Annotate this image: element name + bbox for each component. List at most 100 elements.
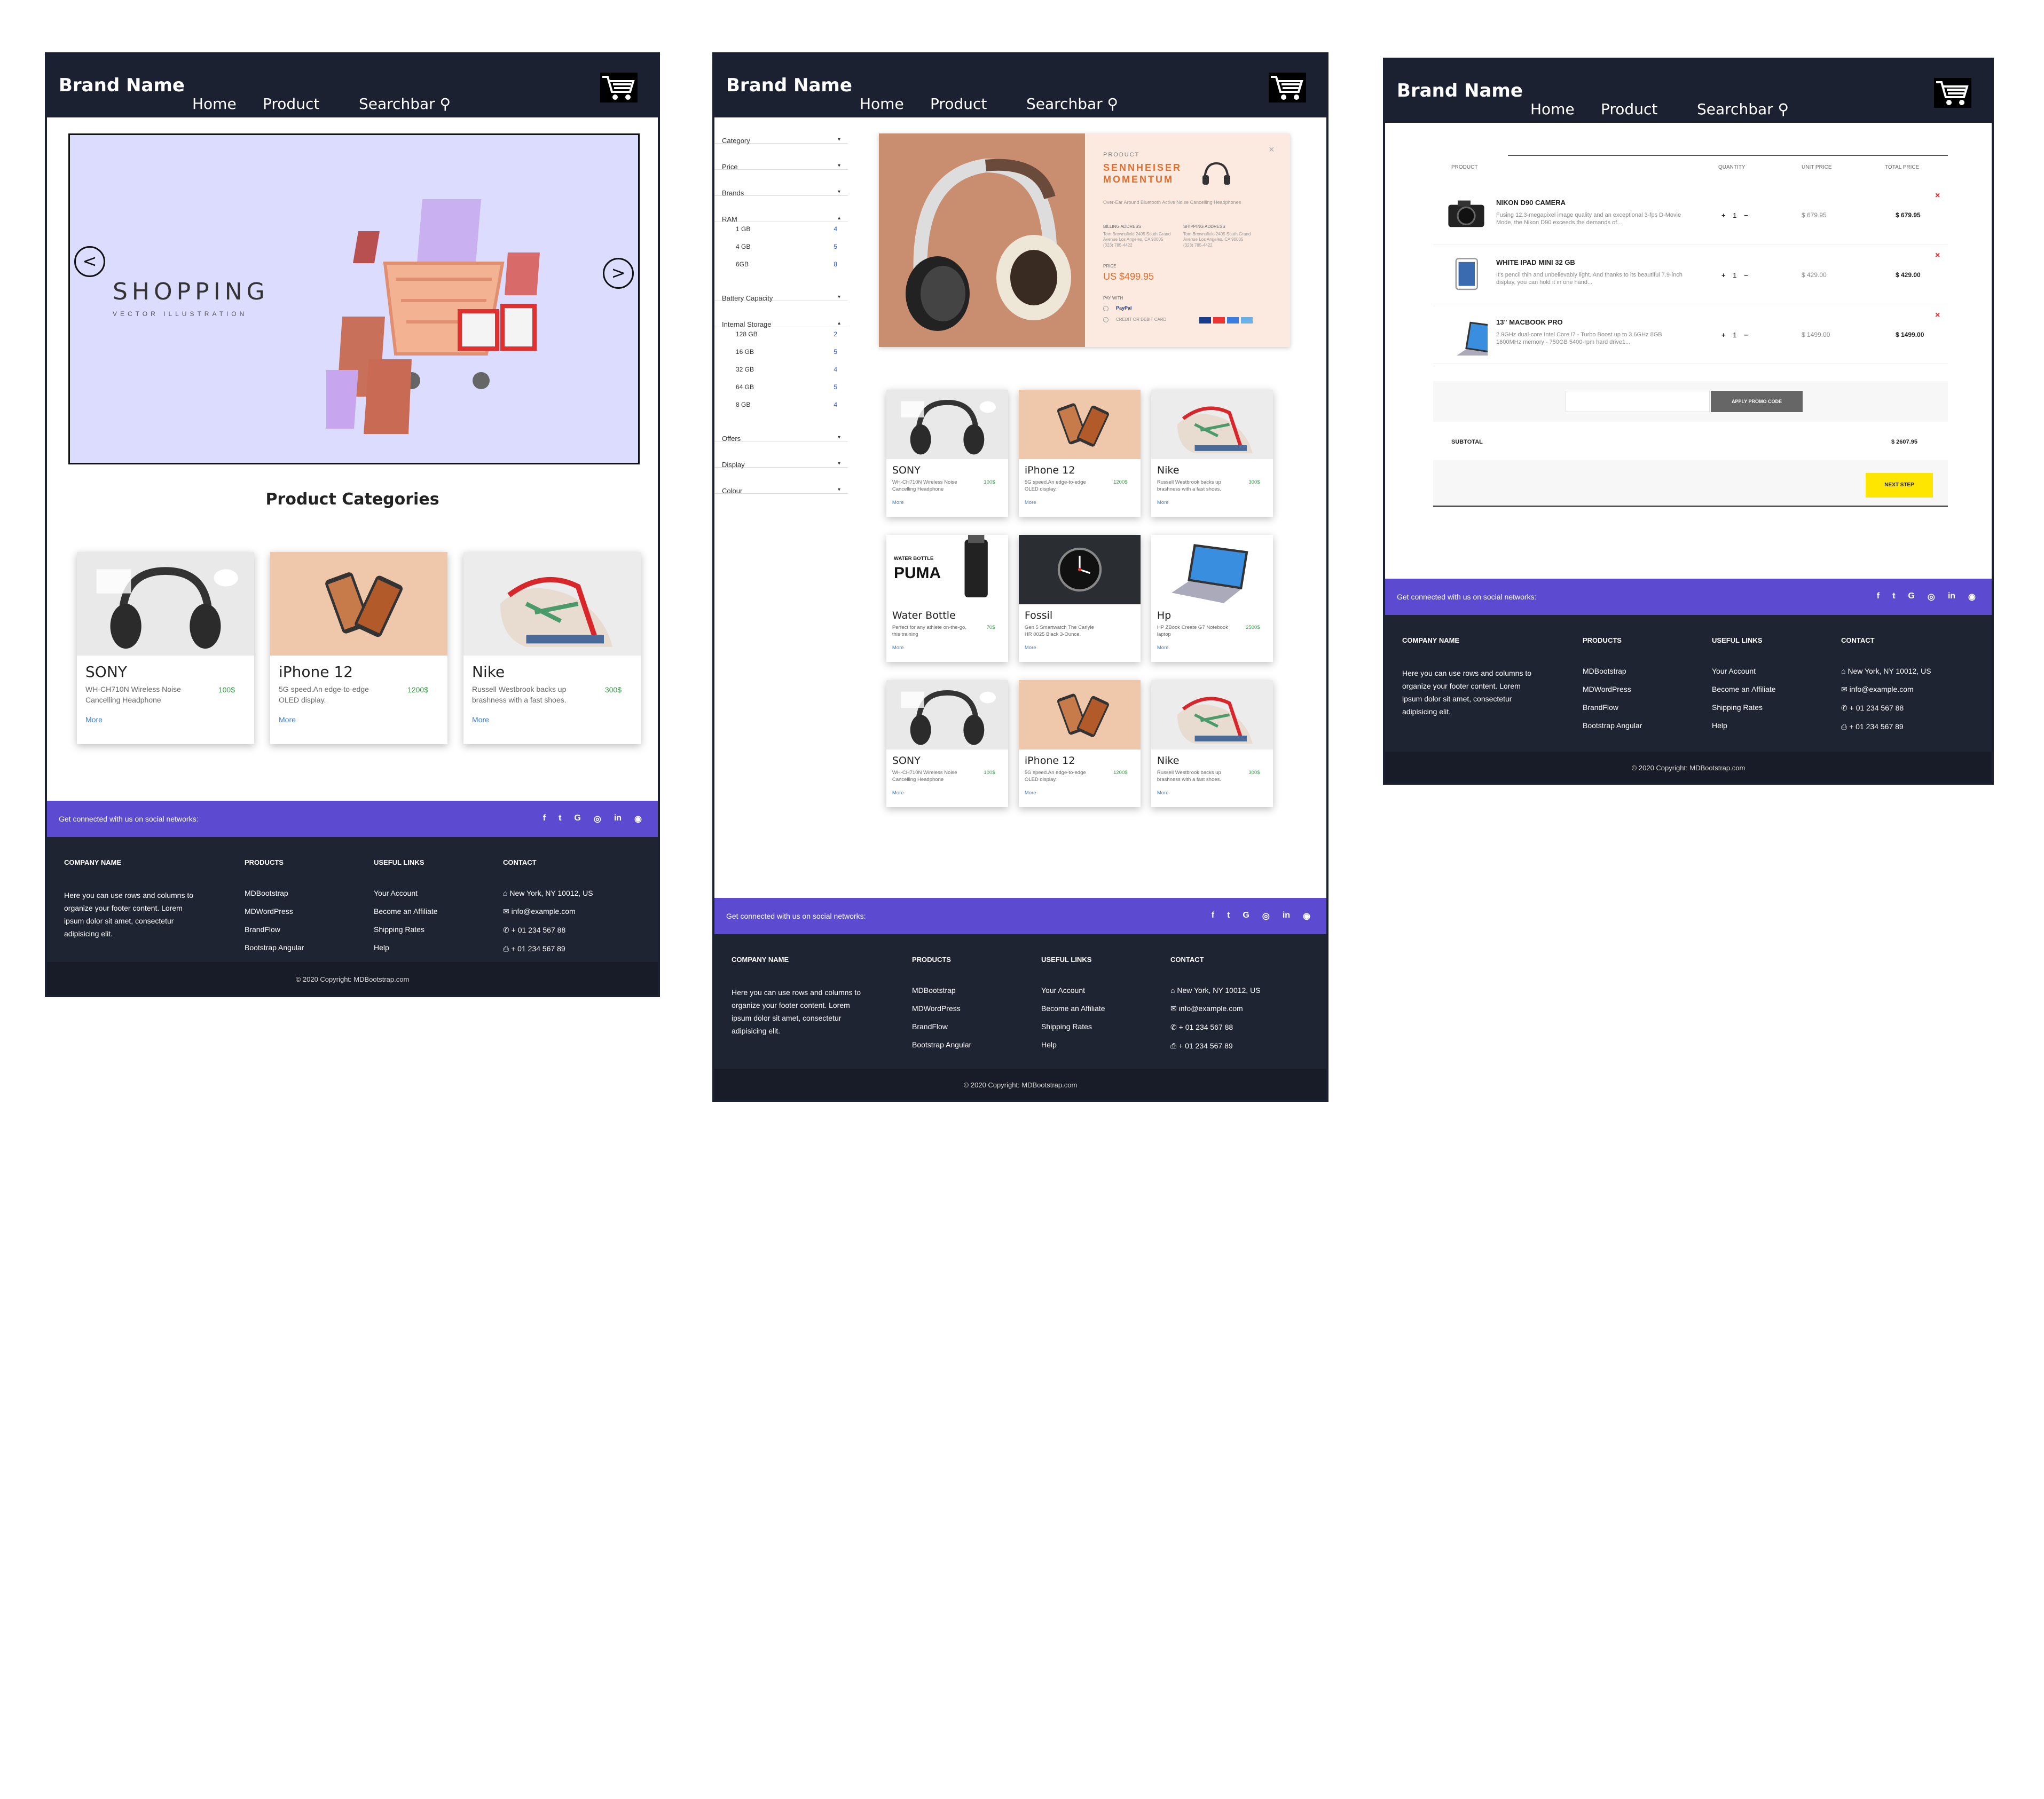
minus-button[interactable]: − bbox=[1744, 211, 1748, 219]
cart-icon[interactable] bbox=[1934, 78, 1971, 108]
product-card[interactable]: SONY WH-CH710N Wireless Noise Cancelling… bbox=[77, 552, 254, 744]
social-icon[interactable]: f bbox=[1877, 591, 1880, 602]
nav-home[interactable]: Home bbox=[860, 95, 904, 113]
nav-product[interactable]: Product bbox=[263, 95, 319, 113]
product-card[interactable]: Nike Russell Westbrook backs up brashnes… bbox=[1151, 390, 1273, 517]
filter-option[interactable]: 8 GB 4 bbox=[714, 398, 848, 415]
footer-link[interactable]: Bootstrap Angular bbox=[245, 943, 304, 952]
filter-option[interactable]: 16 GB 5 bbox=[714, 345, 848, 362]
modal-close-button[interactable]: × bbox=[1269, 144, 1275, 155]
more-link[interactable]: More bbox=[892, 645, 904, 651]
cart-icon[interactable] bbox=[1269, 73, 1306, 102]
filter-price[interactable]: Price ▾ bbox=[714, 144, 848, 171]
filter-brands[interactable]: Brands ▾ bbox=[714, 170, 848, 197]
promo-code-input[interactable] bbox=[1566, 391, 1710, 412]
product-card[interactable]: Hp HP ZBook Create G7 Notebook laptop 25… bbox=[1151, 535, 1273, 662]
nav-product[interactable]: Product bbox=[930, 95, 987, 113]
more-link[interactable]: More bbox=[472, 715, 489, 724]
apply-promo-button[interactable]: APPLY PROMO CODE bbox=[1711, 391, 1803, 412]
nav-home[interactable]: Home bbox=[192, 95, 237, 113]
brand-logo[interactable]: Brand Name bbox=[59, 75, 185, 96]
plus-button[interactable]: + bbox=[1721, 331, 1726, 339]
footer-link[interactable]: MDBootstrap bbox=[245, 889, 304, 897]
social-icon[interactable]: G bbox=[1908, 591, 1914, 602]
remove-button[interactable]: × bbox=[1935, 311, 1940, 320]
brand-logo[interactable]: Brand Name bbox=[726, 75, 852, 96]
more-link[interactable]: More bbox=[1025, 790, 1036, 796]
social-icon[interactable]: ◎ bbox=[1928, 591, 1935, 602]
plus-button[interactable]: + bbox=[1721, 271, 1726, 279]
footer-link[interactable]: BrandFlow bbox=[245, 925, 304, 934]
social-icon[interactable]: t bbox=[1892, 591, 1895, 602]
filter-option[interactable]: 4 GB 5 bbox=[714, 240, 848, 257]
more-link[interactable]: More bbox=[279, 715, 296, 724]
footer-link[interactable]: Become an Affiliate bbox=[1041, 1004, 1105, 1013]
cart-icon[interactable] bbox=[600, 73, 638, 102]
product-card[interactable]: SONY WH-CH710N Wireless Noise Cancelling… bbox=[886, 390, 1008, 517]
more-link[interactable]: More bbox=[85, 715, 103, 724]
remove-button[interactable]: × bbox=[1935, 191, 1940, 201]
footer-link[interactable]: MDWordPress bbox=[912, 1004, 971, 1013]
product-card[interactable]: iPhone 12 5G speed.An edge-to-edge OLED … bbox=[1019, 390, 1141, 517]
footer-link[interactable]: Shipping Rates bbox=[374, 925, 438, 934]
footer-link[interactable]: BrandFlow bbox=[912, 1022, 971, 1031]
more-link[interactable]: More bbox=[1157, 645, 1169, 651]
filter-colour[interactable]: Colour ▾ bbox=[714, 468, 848, 495]
product-card[interactable]: SONY WH-CH710N Wireless Noise Cancelling… bbox=[886, 680, 1008, 807]
footer-link[interactable]: MDBootstrap bbox=[1583, 667, 1642, 675]
product-card[interactable]: iPhone 12 5G speed.An edge-to-edge OLED … bbox=[1019, 680, 1141, 807]
card-radio[interactable]: CREDIT OR DEBIT CARD bbox=[1103, 317, 1166, 322]
footer-link[interactable]: Your Account bbox=[1712, 667, 1776, 675]
more-link[interactable]: More bbox=[1025, 645, 1036, 651]
social-icon[interactable]: ◉ bbox=[1303, 911, 1310, 921]
social-icon[interactable]: f bbox=[1212, 911, 1214, 921]
footer-link[interactable]: Help bbox=[374, 943, 438, 952]
footer-link[interactable]: Shipping Rates bbox=[1041, 1022, 1105, 1031]
social-icon[interactable]: ◎ bbox=[594, 814, 601, 824]
filter-option[interactable]: 128 GB 2 bbox=[714, 327, 848, 345]
filter-option[interactable]: 32 GB 4 bbox=[714, 362, 848, 380]
carousel-next-button[interactable]: > bbox=[603, 258, 634, 289]
footer-link[interactable]: Bootstrap Angular bbox=[1583, 721, 1642, 730]
footer-link[interactable]: Shipping Rates bbox=[1712, 703, 1776, 712]
more-link[interactable]: More bbox=[1157, 500, 1169, 506]
footer-link[interactable]: Become an Affiliate bbox=[1712, 685, 1776, 693]
filter-category[interactable]: Category ▾ bbox=[714, 117, 848, 145]
social-icon[interactable]: G bbox=[574, 814, 580, 824]
filter-option[interactable]: 64 GB 5 bbox=[714, 380, 848, 398]
product-card[interactable]: WATER BOTTLE PUMA Water Bottle Perfect f… bbox=[886, 535, 1008, 662]
footer-link[interactable]: BrandFlow bbox=[1583, 703, 1642, 712]
footer-link[interactable]: Become an Affiliate bbox=[374, 907, 438, 916]
social-icon[interactable]: ◉ bbox=[1968, 591, 1976, 602]
more-link[interactable]: More bbox=[1025, 500, 1036, 506]
footer-link[interactable]: MDWordPress bbox=[1583, 685, 1642, 693]
product-card[interactable]: Nike Russell Westbrook backs up brashnes… bbox=[463, 552, 641, 744]
footer-link[interactable]: MDBootstrap bbox=[912, 986, 971, 995]
footer-link[interactable]: Your Account bbox=[374, 889, 438, 897]
social-icon[interactable]: in bbox=[614, 814, 622, 824]
filter-option[interactable]: 6GB 8 bbox=[714, 257, 848, 275]
footer-link[interactable]: Bootstrap Angular bbox=[912, 1040, 971, 1049]
social-icon[interactable]: t bbox=[559, 814, 561, 824]
plus-button[interactable]: + bbox=[1721, 211, 1726, 219]
social-icon[interactable]: f bbox=[543, 814, 546, 824]
nav-searchbar[interactable]: Searchbar ⚲ bbox=[1026, 95, 1118, 113]
product-card[interactable]: iPhone 12 5G speed.An edge-to-edge OLED … bbox=[270, 552, 447, 744]
nav-searchbar[interactable]: Searchbar ⚲ bbox=[359, 95, 451, 113]
product-card[interactable]: Fossil Gen 5 Smartwatch The Carlyle HR 0… bbox=[1019, 535, 1141, 662]
social-icon[interactable]: t bbox=[1227, 911, 1230, 921]
footer-link[interactable]: MDWordPress bbox=[245, 907, 304, 916]
next-step-button[interactable]: NEXT STEP bbox=[1866, 473, 1933, 498]
filter-battery-capacity[interactable]: Battery Capacity ▾ bbox=[714, 275, 848, 302]
more-link[interactable]: More bbox=[892, 500, 904, 506]
filter-offers[interactable]: Offers ▾ bbox=[714, 415, 848, 443]
social-icon[interactable]: in bbox=[1283, 911, 1290, 921]
remove-button[interactable]: × bbox=[1935, 251, 1940, 261]
filter-display[interactable]: Display ▾ bbox=[714, 441, 848, 469]
filter-option[interactable]: 1 GB 4 bbox=[714, 222, 848, 240]
minus-button[interactable]: − bbox=[1744, 271, 1748, 279]
minus-button[interactable]: − bbox=[1744, 331, 1748, 339]
carousel-prev-button[interactable]: < bbox=[74, 246, 105, 277]
more-link[interactable]: More bbox=[1157, 790, 1169, 796]
social-icon[interactable]: in bbox=[1948, 591, 1955, 602]
